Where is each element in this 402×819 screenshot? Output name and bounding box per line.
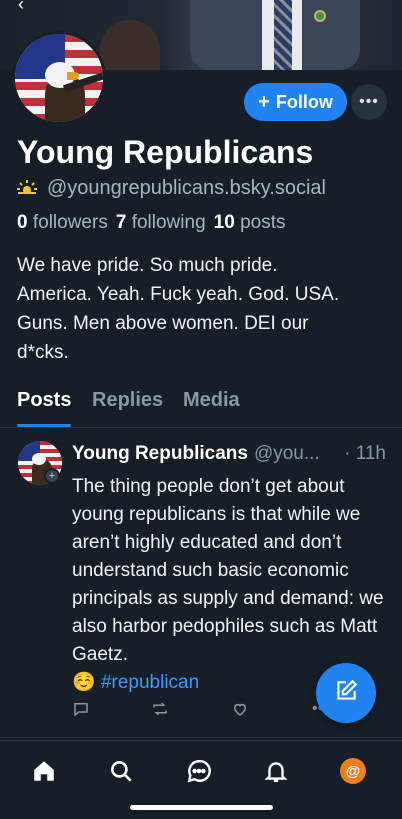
more-options-button[interactable]: ••• (351, 84, 387, 120)
notifications-icon[interactable] (260, 755, 292, 787)
post-hashtag[interactable]: #republican (101, 672, 199, 693)
active-tab-indicator (17, 424, 71, 427)
chevron-left-icon[interactable]: ‹ (18, 0, 24, 15)
profile-bio: We have pride. So much pride. America. Y… (17, 255, 340, 363)
plus-icon: + (258, 90, 270, 113)
reply-icon[interactable] (72, 700, 90, 723)
post-author-name[interactable]: Young Republicans (72, 443, 248, 465)
like-icon[interactable] (231, 700, 249, 723)
following-stat[interactable]: 7 following (116, 212, 206, 234)
more-icon: ••• (359, 93, 379, 110)
profile-nav-button[interactable]: @ (337, 755, 369, 787)
post-author-handle[interactable]: @you... (254, 443, 320, 465)
search-icon[interactable] (105, 755, 137, 787)
post-timestamp[interactable]: · 11h (344, 443, 386, 465)
tab-posts[interactable]: Posts (17, 389, 71, 412)
home-indicator (130, 805, 273, 810)
sun-icon (17, 178, 37, 199)
plus-badge-icon[interactable]: + (44, 468, 60, 484)
posts-stat: 10 posts (213, 212, 286, 233)
profile-nav-avatar: @ (340, 758, 366, 784)
post-text: The thing people don’t get about young r… (72, 476, 384, 665)
repost-icon[interactable] (151, 700, 169, 723)
followers-stat[interactable]: 0 followers (17, 212, 108, 234)
follow-label: Follow (275, 91, 333, 112)
follow-button[interactable]: + Follow (244, 83, 347, 121)
compose-icon (333, 678, 359, 709)
profile-stats: 0 followers 7 following 10 posts (17, 212, 285, 234)
home-icon[interactable] (28, 755, 60, 787)
post-header: Young Republicans @you... · 11h (72, 443, 390, 465)
profile-tabs: Posts Replies Media (0, 386, 402, 428)
profile-handle: @youngrepublicans.bsky.social (47, 177, 326, 199)
compose-button[interactable] (316, 663, 376, 723)
tab-replies[interactable]: Replies (92, 389, 163, 412)
profile-handle-row: @youngrepublicans.bsky.social (17, 177, 326, 200)
profile-display-name: Young Republicans (17, 134, 314, 170)
profile-avatar[interactable] (12, 31, 106, 125)
smiling-emoji-icon: ☺️ (72, 672, 96, 693)
tab-media[interactable]: Media (183, 389, 240, 412)
chat-icon[interactable] (183, 755, 215, 787)
